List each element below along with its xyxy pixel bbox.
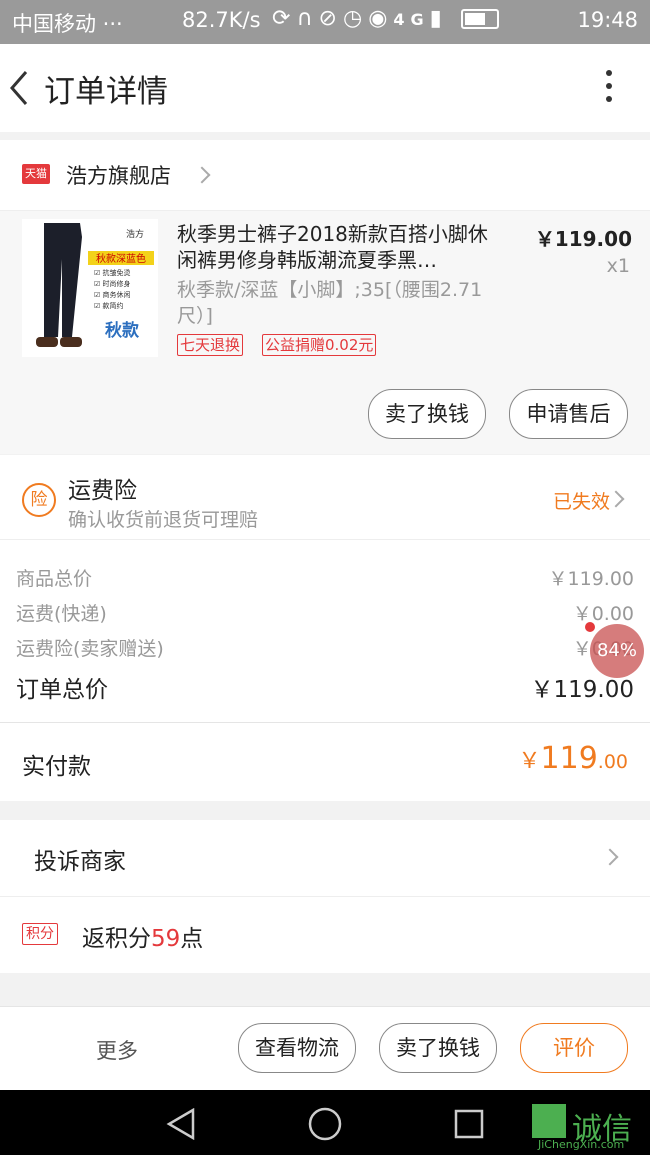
product-thumbnail[interactable]: 秋款深蓝色 ☑ 抗皱免烫 ☑ 时尚修身 ☑ 商务休闲 ☑ 款简约 秋款 浩方 <box>22 219 158 357</box>
paid-label: 实付款 <box>22 754 91 780</box>
price-breakdown: 商品总价 ￥119.00 运费(快递) ￥0.00 运费险(卖家赠送) ￥0.0… <box>0 540 650 723</box>
thumb-banner: 秋款深蓝色 <box>96 252 146 265</box>
carrier-label: 中国移动 ··· <box>12 12 123 36</box>
chevron-right-icon <box>607 490 625 508</box>
paid-amount: ￥119.00 <box>519 741 629 776</box>
status-bar: 中国移动 ··· 82.7K/s ⟳∩⊘◷◉4G▮ 19:48 <box>0 0 650 44</box>
watermark-url: JiChengXin.com <box>538 1138 625 1151</box>
paid-integer: 119 <box>540 741 598 776</box>
view-logistics-button[interactable]: 查看物流 <box>238 1023 356 1073</box>
shipping-insurance-row[interactable]: 险 运费险 确认收货前退货可理赔 已失效 <box>0 455 650 540</box>
points-badge: 积分 <box>22 923 58 945</box>
nav-home-icon[interactable] <box>307 1106 343 1142</box>
signal-icon: ▮ <box>429 6 448 31</box>
back-arrow-icon[interactable] <box>8 68 30 108</box>
paid-amount-row: 实付款 ￥119.00 <box>0 723 650 801</box>
complain-label: 投诉商家 <box>34 849 126 875</box>
thumb-feature-4: ☑ 款简约 <box>94 301 124 310</box>
thumb-big-label: 秋款 <box>105 320 140 341</box>
page-header: 订单详情 <box>0 44 650 132</box>
insurance-icon: 险 <box>22 483 56 517</box>
status-icons: ⟳∩⊘◷◉4G▮ <box>272 6 499 31</box>
shop-name: 浩方旗舰店 <box>66 164 171 188</box>
resell-button[interactable]: 卖了换钱 <box>368 389 486 439</box>
headset-icon: ∩ <box>296 6 319 31</box>
chevron-right-icon <box>193 166 211 184</box>
paid-currency: ￥ <box>518 749 541 774</box>
notification-dot <box>585 622 595 632</box>
insurance-subtitle: 确认收货前退货可理赔 <box>68 509 259 531</box>
points-text: 返积分59点 <box>82 919 203 953</box>
eye-icon: ◉ <box>368 6 394 31</box>
signal-4g-icon: 4G <box>393 10 430 29</box>
insurance-title: 运费险 <box>68 478 137 504</box>
page-title: 订单详情 <box>44 74 168 110</box>
resell-bottom-button[interactable]: 卖了换钱 <box>379 1023 497 1073</box>
mute-icon: ⊘ <box>318 6 343 31</box>
thumb-feature-1: ☑ 抗皱免烫 <box>94 268 131 277</box>
nav-back-icon[interactable] <box>165 1108 197 1140</box>
sync-icon: ⟳ <box>272 6 297 31</box>
insurance-status: 已失效 <box>552 491 610 513</box>
points-value: 59 <box>151 926 181 952</box>
charity-tag: 公益捐赠0.02元 <box>262 334 377 356</box>
shipping-value: ￥0.00 <box>572 603 634 625</box>
return-tag: 七天退换 <box>177 334 244 356</box>
points-suffix: 点 <box>180 926 204 952</box>
thumb-feature-2: ☑ 时尚修身 <box>94 279 131 288</box>
alarm-icon: ◷ <box>342 6 369 31</box>
product-card[interactable]: 秋款深蓝色 ☑ 抗皱免烫 ☑ 时尚修身 ☑ 商务休闲 ☑ 款简约 秋款 浩方 秋… <box>0 211 650 454</box>
product-quantity: x1 <box>606 255 630 277</box>
nav-recents-icon[interactable] <box>453 1108 485 1140</box>
more-button[interactable]: 更多 <box>96 1035 138 1065</box>
network-speed: 82.7K/s <box>182 8 261 32</box>
complain-merchant-row[interactable]: 投诉商家 <box>0 820 650 897</box>
insurance-fee-label: 运费险(卖家赠送) <box>16 638 164 660</box>
tmall-icon: 天猫 <box>22 164 50 184</box>
battery-icon <box>460 9 499 29</box>
chevron-right-icon <box>601 848 619 866</box>
system-nav-bar: 诚信 JiChengXin.com <box>0 1090 650 1155</box>
thumb-brand: 浩方 <box>126 228 144 240</box>
product-sku: 秋季款/深蓝【小脚】;35[（腰围2.71尺）] <box>177 279 483 327</box>
order-total-label: 订单总价 <box>16 677 108 703</box>
goods-total-value: ￥119.00 <box>548 568 634 590</box>
clock: 19:48 <box>577 8 638 32</box>
thumb-feature-3: ☑ 商务休闲 <box>94 290 131 299</box>
pants-image: 秋款深蓝色 ☑ 抗皱免烫 ☑ 时尚修身 ☑ 商务休闲 ☑ 款简约 秋款 浩方 <box>22 219 158 357</box>
watermark-logo <box>532 1104 566 1138</box>
after-sale-button[interactable]: 申请售后 <box>509 389 628 439</box>
floating-performance-badge[interactable]: 84% <box>590 624 644 678</box>
shop-row[interactable]: 天猫 浩方旗舰店 <box>0 140 650 211</box>
product-price: ￥119.00 <box>534 227 632 251</box>
shipping-label: 运费(快递) <box>16 603 107 625</box>
more-options-icon[interactable] <box>606 70 614 109</box>
points-row: 积分 返积分59点 <box>0 897 650 973</box>
paid-decimal: .00 <box>597 751 628 773</box>
review-button[interactable]: 评价 <box>520 1023 628 1073</box>
product-title[interactable]: 秋季男士裤子2018新款百搭小脚休闲裤男修身韩版潮流夏季黑… <box>177 221 497 273</box>
bottom-action-bar: 更多 查看物流 卖了换钱 评价 <box>0 1006 650 1091</box>
points-prefix: 返积分 <box>82 926 151 952</box>
goods-total-label: 商品总价 <box>16 568 93 590</box>
